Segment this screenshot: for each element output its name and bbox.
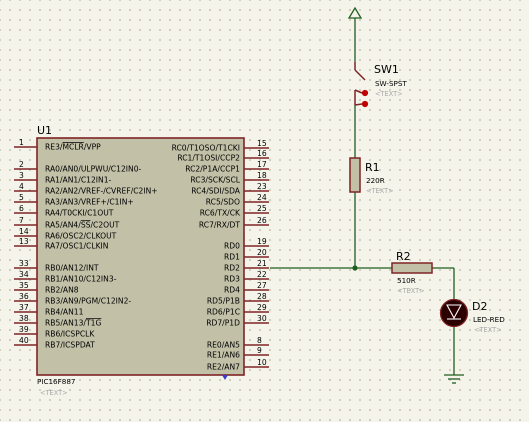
r1-text-placeholder: <TEXT> — [366, 187, 394, 195]
pin-label: RC7/RX/DT — [199, 221, 240, 230]
schematic-drawing: 1 RE3/MCLR/VPP 2 RA0/AN0/ULPWU/C12IN0- 3 RA1/… — [14, 6, 505, 397]
r2-ref: R2 — [396, 250, 411, 263]
pin-label: RA4/T0CKI/C1OUT — [45, 209, 114, 218]
switch-sw1-icon[interactable] — [354, 62, 369, 108]
pin-label: RB2/AN8 — [45, 286, 79, 295]
pin-label: RE2/AN7 — [207, 363, 240, 372]
pin-label: RD4 — [224, 286, 240, 295]
pin-number: 9 — [257, 346, 262, 355]
d2-value: LED-RED — [473, 315, 505, 324]
pin-number: 33 — [19, 259, 29, 268]
pin-label: RE0/AN5 — [207, 341, 240, 350]
pin-number: 5 — [19, 193, 24, 202]
pin-label: RC3/SCK/SCL — [190, 176, 240, 185]
pin-label: RE3/MCLR/VPP — [45, 143, 101, 152]
sw1-ref: SW1 — [374, 63, 399, 76]
pin-number: 18 — [257, 171, 267, 180]
pin-label: RC2/P1A/CCP1 — [185, 165, 240, 174]
pin-label: RB6/ICSPCLK — [45, 330, 95, 339]
pin-number: 21 — [257, 259, 267, 268]
pin-label: RB3/AN9/PGM/C12IN2- — [45, 297, 131, 306]
pin-label: RD2 — [224, 264, 240, 273]
pin-label: RC4/SDI/SDA — [191, 187, 241, 196]
d2-text-placeholder: <TEXT> — [474, 326, 502, 334]
pin-number: 25 — [257, 204, 267, 213]
pin-number: 34 — [19, 270, 29, 279]
pin-number: 16 — [257, 149, 267, 158]
schematic-canvas: 1 RE3/MCLR/VPP 2 RA0/AN0/ULPWU/C12IN0- 3 RA1/… — [0, 0, 529, 422]
pin-label: RD5/P1B — [207, 297, 240, 306]
pin-number: 29 — [257, 303, 267, 312]
pin-label: RA1/AN1/C12IN1- — [45, 176, 112, 185]
pin-label: RA3/AN3/VREF+/C1IN+ — [45, 198, 134, 207]
pin-number: 20 — [257, 248, 267, 257]
pin-label: RB7/ICSPDAT — [45, 341, 95, 350]
pin-number: 26 — [257, 216, 267, 225]
mcu-text-placeholder: <TEXT> — [40, 389, 68, 397]
pin-label: RD1 — [224, 253, 240, 262]
mcu-ref: U1 — [37, 124, 52, 137]
sw1-text-placeholder: <TEXT> — [375, 90, 403, 98]
pin-number: 39 — [19, 325, 29, 334]
pin-number: 36 — [19, 292, 29, 301]
pin-number: 7 — [19, 216, 24, 225]
mcu-body[interactable] — [36, 137, 245, 376]
led-d2-icon[interactable] — [439, 298, 469, 328]
pin-label: RD7/P1D — [206, 319, 240, 328]
pin-number: 23 — [257, 182, 267, 191]
pin-number: 22 — [257, 270, 267, 279]
pin-label: RA2/AN2/VREF-/CVREF/C2IN+ — [45, 187, 158, 196]
pin-label: RC6/TX/CK — [200, 209, 241, 218]
pin-label: RA0/AN0/ULPWU/C12IN0- — [45, 165, 142, 174]
pin-label: RA6/OSC2/CLKOUT — [45, 232, 117, 241]
resistor-r1-icon[interactable] — [349, 157, 361, 193]
power-terminal-icon[interactable] — [347, 6, 363, 19]
pin-number: 40 — [19, 336, 29, 345]
pin-label: RD6/P1C — [207, 308, 240, 317]
pin-label: RB0/AN12/INT — [45, 264, 99, 273]
pin-number: 6 — [19, 204, 24, 213]
junction-dot — [352, 265, 358, 271]
r1-value: 220R — [366, 176, 385, 185]
sw1-value: SW-SPST — [375, 79, 407, 88]
pin-number: 19 — [257, 237, 267, 246]
pin-number: 15 — [257, 139, 267, 148]
pin-number: 10 — [257, 358, 267, 367]
pin-label: RB1/AN10/C12IN3- — [45, 275, 117, 284]
pin-label: RD3 — [224, 275, 240, 284]
wires — [270, 18, 455, 375]
mcu-origin-marker — [222, 375, 228, 380]
pin-label: RB4/AN11 — [45, 308, 84, 317]
pin-number: 3 — [19, 171, 24, 180]
r1-ref: R1 — [365, 161, 380, 174]
pin-number: 13 — [19, 237, 29, 246]
pin-number: 1 — [19, 138, 24, 147]
pin-number: 38 — [19, 314, 29, 323]
pin-label: RA7/OSC1/CLKIN — [45, 242, 108, 251]
pin-number: 4 — [19, 182, 24, 191]
d2-ref: D2 — [472, 300, 487, 313]
r2-value: 510R — [397, 276, 416, 285]
mcu-part: PIC16F887 — [37, 377, 75, 386]
pin-label: RC0/T1OSO/T1CKI — [172, 144, 240, 153]
resistor-r2-icon[interactable] — [391, 262, 433, 274]
pin-label: RE1/AN6 — [207, 351, 240, 360]
pin-number: 17 — [257, 160, 267, 169]
pin-number: 2 — [19, 160, 24, 169]
pin-number: 14 — [19, 227, 29, 236]
ground-icon[interactable] — [444, 374, 464, 384]
pin-number: 35 — [19, 281, 29, 290]
pin-label: RC1/T1OSI/CCP2 — [177, 154, 240, 163]
pin-label: RD0 — [224, 242, 240, 251]
r2-text-placeholder: <TEXT> — [397, 287, 425, 295]
pin-number: 30 — [257, 314, 267, 323]
pin-label: RB5/AN13/T1G — [45, 319, 101, 328]
pin-label: RA5/AN4/SS/C2OUT — [45, 221, 120, 230]
pin-number: 24 — [257, 193, 267, 202]
pin-number: 28 — [257, 292, 267, 301]
pin-number: 27 — [257, 281, 267, 290]
pin-number: 37 — [19, 303, 29, 312]
pin-number: 8 — [257, 336, 262, 345]
pin-label: RC5/SDO — [206, 198, 240, 207]
